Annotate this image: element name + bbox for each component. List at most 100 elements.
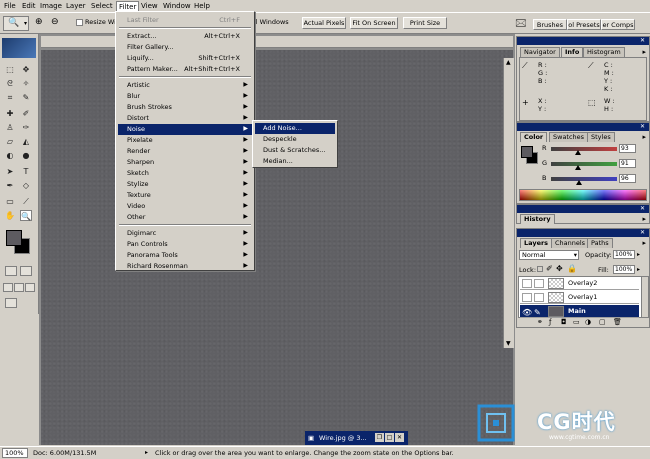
magic-wand-tool-icon[interactable]: ✧ — [20, 78, 32, 89]
menu-item-pan-controls[interactable]: Pan Controls ▶ — [118, 239, 252, 250]
tab-info[interactable]: Info — [561, 47, 584, 57]
green-value-input[interactable]: 91 — [619, 159, 636, 168]
zoom-out-icon[interactable]: ⊖ — [51, 17, 59, 27]
menu-item-sketch[interactable]: Sketch ▶ — [118, 168, 252, 179]
visibility-toggle[interactable] — [522, 279, 532, 288]
file-browser-icon[interactable]: 🖂 — [515, 16, 527, 33]
tab-paths[interactable]: Paths — [587, 238, 613, 248]
notes-tool-icon[interactable]: ▭ — [4, 196, 16, 207]
visibility-toggle[interactable] — [522, 293, 532, 302]
lasso-tool-icon[interactable]: ᘓ — [4, 78, 16, 89]
menu-item-stylize[interactable]: Stylize ▶ — [118, 179, 252, 190]
print-size-button[interactable]: Print Size — [403, 17, 447, 29]
lock-transparency-icon[interactable] — [537, 266, 543, 272]
menu-item-noise[interactable]: Noise ▶ — [118, 124, 252, 135]
panel-menu-icon[interactable]: ▸ — [642, 239, 646, 247]
link-toggle[interactable] — [534, 279, 544, 288]
panel-menu-icon[interactable]: ▸ — [642, 48, 646, 56]
panel-titlebar[interactable] — [517, 229, 649, 237]
menu-edit[interactable]: Edit — [20, 1, 38, 12]
foreground-color-swatch[interactable] — [6, 230, 22, 246]
close-icon[interactable]: ✕ — [640, 229, 645, 236]
resize-windows-checkbox[interactable] — [76, 19, 83, 26]
pen-tool-icon[interactable]: ✒ — [4, 180, 16, 191]
brush-tool-icon[interactable]: ✐ — [20, 108, 32, 119]
lock-pixels-icon[interactable]: ✐ — [546, 264, 553, 273]
close-icon[interactable]: ✕ — [640, 123, 645, 130]
standard-mode-icon[interactable] — [5, 266, 17, 276]
tab-navigator[interactable]: Navigator — [520, 47, 560, 57]
tab-histogram[interactable]: Histogram — [583, 47, 625, 57]
layer-row-main[interactable]: 👁 ✎ Main — [520, 305, 639, 318]
menu-item-texture[interactable]: Texture ▶ — [118, 190, 252, 201]
tool-preset-picker[interactable]: 🔍 ▾ — [3, 16, 29, 31]
menu-file[interactable]: File — [2, 1, 18, 12]
panel-titlebar[interactable] — [517, 37, 649, 45]
fill-input[interactable]: 100% — [613, 265, 635, 274]
menu-item-filter-gallery[interactable]: Filter Gallery... — [118, 42, 252, 53]
slice-tool-icon[interactable]: ✎ — [20, 92, 32, 103]
menu-item-panorama-tools[interactable]: Panorama Tools ▶ — [118, 250, 252, 261]
adjustment-layer-icon[interactable]: ◑ — [585, 318, 591, 327]
lock-all-icon[interactable]: 🔒 — [567, 264, 577, 273]
menu-item-video[interactable]: Video ▶ — [118, 201, 252, 212]
menu-item-richard-rosenman[interactable]: Richard Rosenman ▶ — [118, 261, 252, 272]
layer-row-overlay2[interactable]: Overlay2 — [520, 277, 639, 290]
type-tool-icon[interactable]: T — [20, 166, 32, 177]
blend-mode-select[interactable]: Normal ▾ — [519, 250, 579, 260]
status-arrow-icon[interactable]: ▸ — [145, 449, 148, 456]
blue-value-input[interactable]: 96 — [619, 174, 636, 183]
brushes-tab[interactable]: Brushes — [533, 19, 567, 30]
panel-titlebar[interactable] — [517, 123, 649, 131]
slider-thumb[interactable] — [575, 180, 582, 185]
menu-item-digimarc[interactable]: Digimarc ▶ — [118, 228, 252, 239]
menu-item-dust-scratches[interactable]: Dust & Scratches... — [255, 145, 335, 156]
close-icon[interactable]: ✕ — [395, 433, 404, 442]
link-toggle[interactable] — [534, 293, 544, 302]
close-icon[interactable]: ✕ — [640, 205, 645, 212]
tab-channels[interactable]: Channels — [551, 238, 590, 248]
tab-layers[interactable]: Layers — [520, 238, 553, 248]
screen-mode-full-menu-icon[interactable] — [14, 283, 24, 292]
screen-mode-full-icon[interactable] — [25, 283, 35, 292]
menu-item-distort[interactable]: Distort ▶ — [118, 113, 252, 124]
tab-history[interactable]: History — [520, 214, 555, 224]
tab-color[interactable]: Color — [520, 132, 548, 142]
history-brush-icon[interactable]: ✑ — [20, 122, 32, 133]
menu-item-median[interactable]: Median... — [255, 156, 335, 167]
marquee-tool-icon[interactable]: ⬚ — [4, 64, 16, 75]
screen-mode-standard-icon[interactable] — [3, 283, 13, 292]
blur-tool-icon[interactable]: ◐ — [4, 150, 16, 161]
menu-item-despeckle[interactable]: Despeckle — [255, 134, 335, 145]
menu-item-sharpen[interactable]: Sharpen ▶ — [118, 157, 252, 168]
color-foreground-swatch[interactable] — [521, 146, 533, 158]
eyedropper-tool-icon[interactable]: ⟋ — [20, 196, 32, 207]
clone-stamp-icon[interactable]: ♙ — [4, 122, 16, 133]
restore-icon[interactable]: ❐ — [375, 433, 384, 442]
fill-arrow-icon[interactable]: ▸ — [637, 266, 640, 273]
menu-item-brush-strokes[interactable]: Brush Strokes ▶ — [118, 102, 252, 113]
menu-item-pixelate[interactable]: Pixelate ▶ — [118, 135, 252, 146]
document-canvas[interactable] — [41, 50, 513, 445]
adobe-online-icon[interactable] — [2, 38, 36, 58]
close-icon[interactable]: ✕ — [640, 37, 645, 44]
menu-item-artistic[interactable]: Artistic ▶ — [118, 80, 252, 91]
scroll-down-icon[interactable]: ▼ — [506, 340, 511, 347]
layers-scrollbar[interactable] — [641, 276, 649, 318]
eraser-tool-icon[interactable]: ▱ — [4, 136, 16, 147]
color-spectrum-bar[interactable] — [519, 189, 647, 201]
scroll-up-icon[interactable]: ▲ — [506, 59, 511, 66]
fit-on-screen-button[interactable]: Fit On Screen — [350, 17, 398, 29]
new-set-icon[interactable]: ▭ — [573, 318, 580, 327]
link-layers-icon[interactable]: ⚭ — [537, 318, 543, 327]
path-selection-icon[interactable]: ➤ — [4, 166, 16, 177]
jump-to-imageready-icon[interactable] — [5, 298, 17, 308]
opacity-input[interactable]: 100% — [613, 250, 635, 259]
menu-item-render[interactable]: Render ▶ — [118, 146, 252, 157]
opacity-arrow-icon[interactable]: ▸ — [637, 251, 640, 258]
panel-titlebar[interactable] — [517, 205, 649, 213]
menu-item-add-noise[interactable]: Add Noise... — [255, 123, 335, 134]
lock-position-icon[interactable]: ✥ — [556, 264, 563, 273]
hand-tool-icon[interactable]: ✋ — [4, 210, 16, 221]
menu-layer[interactable]: Layer — [64, 1, 88, 12]
